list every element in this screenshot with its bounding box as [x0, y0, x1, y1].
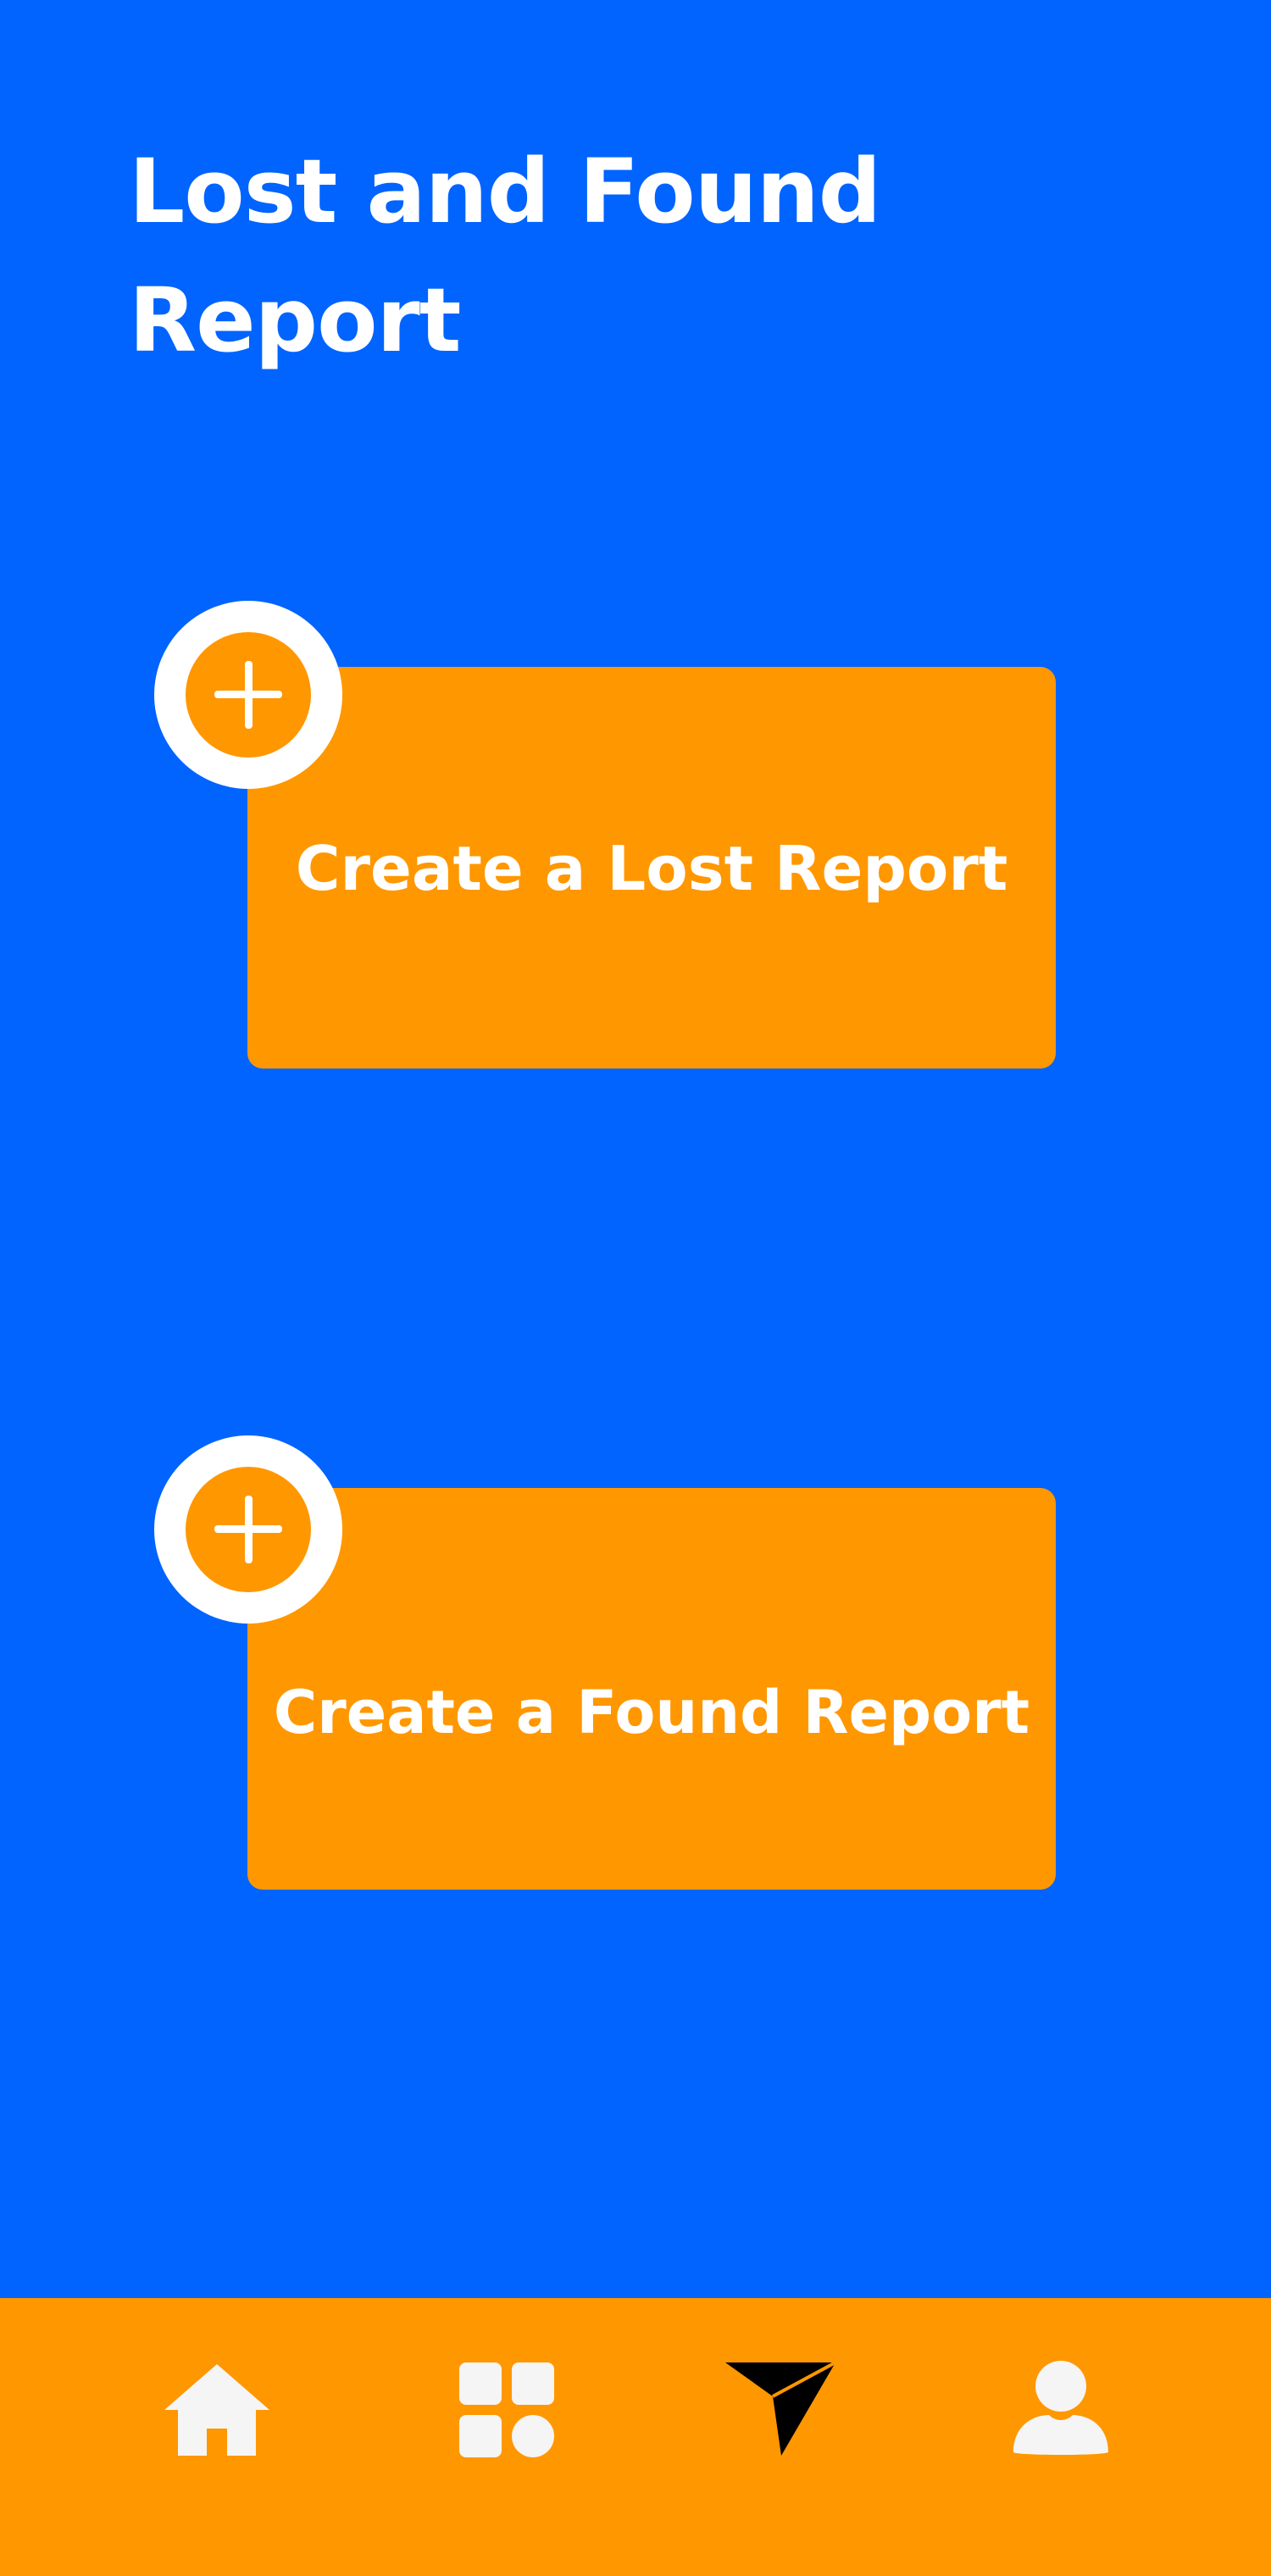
add-lost-report-icon[interactable]: [154, 601, 342, 789]
plus-circle-icon: [186, 632, 311, 758]
page-title: Lost and Found Report: [129, 140, 881, 372]
plus-glyph: [214, 1496, 282, 1563]
bottom-navigation-bar: [0, 2298, 1271, 2576]
nav-send-button[interactable]: [720, 2351, 839, 2469]
lost-found-screen: Lost and Found Report Create a Lost Repo…: [0, 0, 1271, 2576]
send-icon: [725, 2361, 836, 2456]
nav-home-button[interactable]: [158, 2351, 276, 2469]
nav-apps-button[interactable]: [447, 2351, 566, 2469]
create-found-report-label: Create a Found Report: [273, 1678, 1030, 1747]
create-lost-report-button[interactable]: Create a Lost Report: [247, 667, 1056, 1069]
plus-glyph: [214, 661, 282, 729]
grid-icon: [459, 2362, 554, 2457]
create-lost-report-label: Create a Lost Report: [295, 833, 1008, 904]
add-found-report-icon[interactable]: [154, 1435, 342, 1624]
home-icon: [164, 2364, 269, 2456]
create-found-report-button[interactable]: Create a Found Report: [247, 1488, 1056, 1890]
nav-profile-button[interactable]: [1002, 2351, 1120, 2469]
plus-circle-icon: [186, 1467, 311, 1592]
user-icon: [1013, 2361, 1108, 2455]
